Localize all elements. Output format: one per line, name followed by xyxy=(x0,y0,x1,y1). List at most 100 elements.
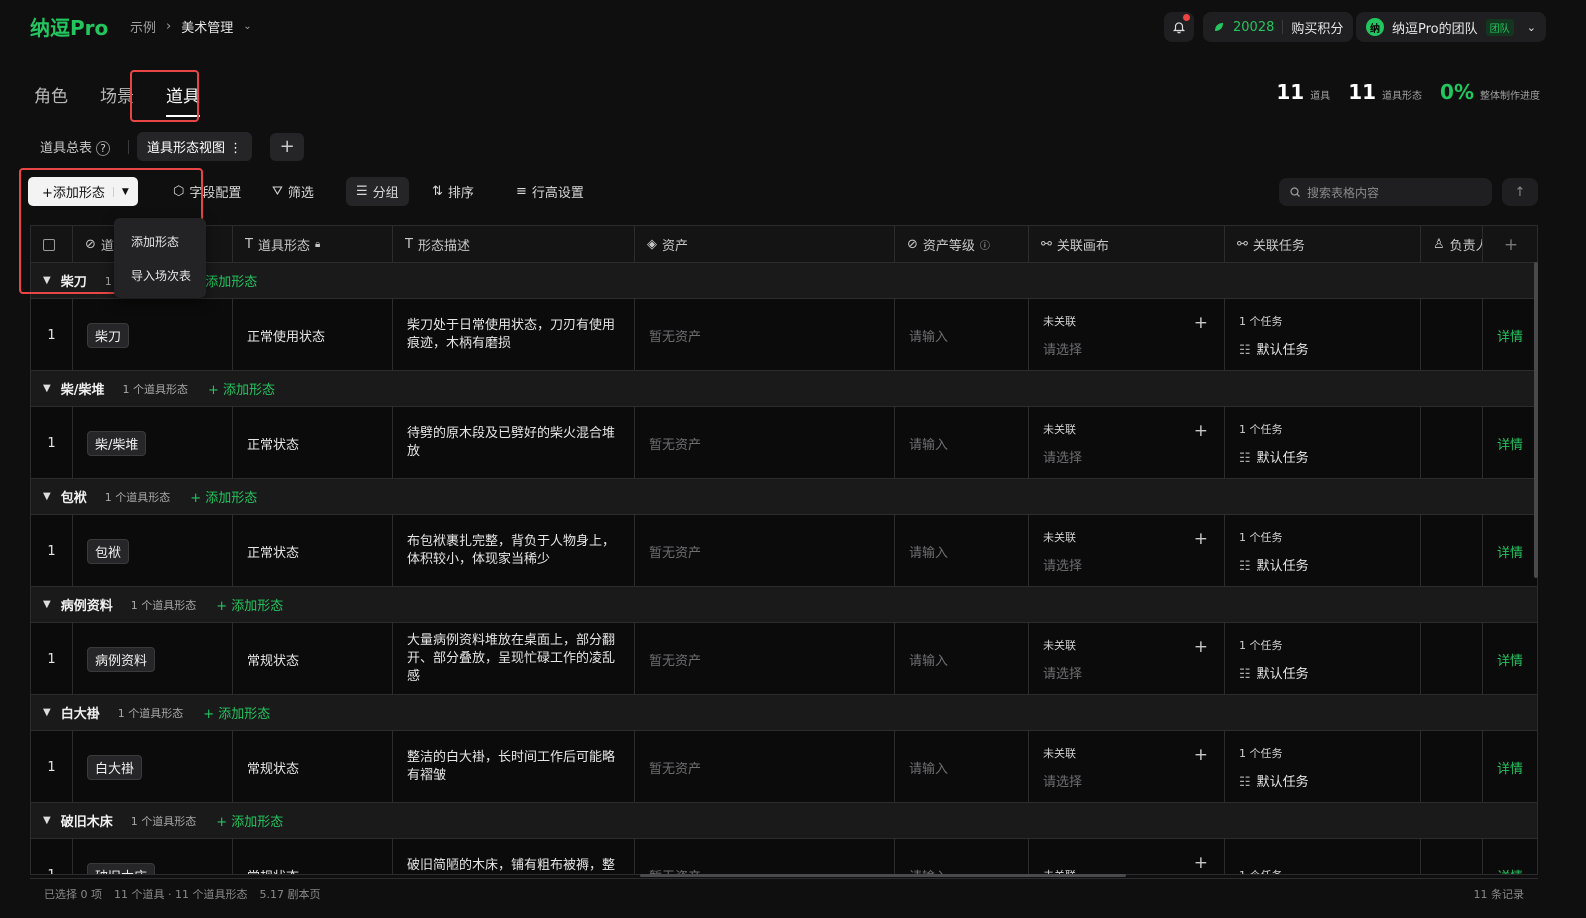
app-logo[interactable]: 纳逗Pro xyxy=(30,12,108,41)
form-description[interactable]: 布包袱裹扎完整，背负于人物身上，体积较小，体现家当稀少 xyxy=(407,533,620,569)
menu-item-import-scenes[interactable]: 导入场次表 xyxy=(114,258,206,292)
detail-link[interactable]: 详情 xyxy=(1497,650,1523,669)
table-row[interactable]: 1 病例资料 常规状态 大量病例资料堆放在桌面上，部分翻开、部分叠放，呈现忙碌工作的凌… xyxy=(31,623,1537,695)
table-row[interactable]: 1 白大褂 常规状态 整洁的白大褂，长时间工作后可能略有褶皱 暂无资产 请输入 未关联 请选择… xyxy=(31,731,1537,803)
asset-empty[interactable]: 暂无资产 xyxy=(649,326,701,345)
chevron-down-icon[interactable]: ▼ xyxy=(43,491,51,502)
col-asset[interactable]: ◈ 资产 xyxy=(635,226,895,263)
prop-tag[interactable]: 病例资料 xyxy=(87,646,156,672)
form-description[interactable]: 待劈的原木段及已劈好的柴火混合堆放 xyxy=(407,425,620,461)
asset-level-input[interactable]: 请输入 xyxy=(909,326,948,345)
canvas-select[interactable]: 请选择 xyxy=(1043,771,1082,790)
form-name[interactable]: 正常状态 xyxy=(247,434,299,453)
asset-empty[interactable]: 暂无资产 xyxy=(649,650,701,669)
col-asset-level[interactable]: ⊘ 资产等级 ⓘ xyxy=(895,226,1029,263)
points-widget[interactable]: 20028 购买积分 xyxy=(1203,12,1354,42)
plus-icon[interactable]: + xyxy=(1194,637,1208,657)
notification-button[interactable] xyxy=(1164,12,1194,42)
tab-character[interactable]: 角色 xyxy=(28,80,74,109)
team-switcher[interactable]: 纳 纳逗Pro的团队 团队 ⌄ xyxy=(1356,12,1546,42)
canvas-select[interactable]: 请选择 xyxy=(1043,447,1082,466)
breadcrumb-root[interactable]: 示例 xyxy=(130,17,156,36)
checkbox[interactable] xyxy=(43,238,55,251)
asset-level-input[interactable]: 请输入 xyxy=(909,542,948,561)
plus-icon[interactable]: + xyxy=(1194,421,1208,441)
tab-props[interactable]: 道具 xyxy=(160,80,206,117)
detail-link[interactable]: 详情 xyxy=(1497,866,1523,875)
task-item[interactable]: ☷ 默认任务 xyxy=(1239,447,1309,466)
prop-tag[interactable]: 柴/柴堆 xyxy=(87,430,147,456)
col-task[interactable]: ⚯ 关联任务 xyxy=(1225,226,1421,263)
plus-icon[interactable]: + xyxy=(1194,313,1208,333)
group-header[interactable]: ▼柴刀1 个道具形态+ 添加形态 xyxy=(31,263,1537,299)
plus-icon[interactable]: + xyxy=(1194,745,1208,765)
form-name[interactable]: 正常状态 xyxy=(247,542,299,561)
select-all[interactable] xyxy=(31,226,73,263)
tab-scene[interactable]: 场景 xyxy=(94,80,140,109)
group-header[interactable]: ▼ 破旧木床 1 个道具形态 + 添加形态 xyxy=(31,803,1537,839)
scroll-top-button[interactable]: ↑ xyxy=(1502,178,1538,206)
form-name[interactable]: 正常使用状态 xyxy=(247,326,325,345)
form-description[interactable]: 破旧简陋的木床，铺有粗布被褥，整体 xyxy=(407,857,620,874)
group-header[interactable]: ▼ 白大褂 1 个道具形态 + 添加形态 xyxy=(31,695,1537,731)
task-item[interactable]: ☷ 默认任务 xyxy=(1239,771,1309,790)
view-summary[interactable]: 道具总表 ? xyxy=(30,132,120,161)
add-form-link[interactable]: + 添加形态 xyxy=(190,487,257,506)
group-button[interactable]: ☰ 分组 xyxy=(346,177,409,206)
form-name[interactable]: 常规状态 xyxy=(247,650,299,669)
vertical-scrollbar[interactable] xyxy=(1534,262,1538,578)
chevron-down-icon[interactable]: ⌄ xyxy=(243,21,251,32)
search-input[interactable]: 搜索表格内容 xyxy=(1307,184,1379,201)
group-header[interactable]: ▼ 病例资料 1 个道具形态 + 添加形态 xyxy=(31,587,1537,623)
form-name[interactable]: 常规状态 xyxy=(247,758,299,777)
chevron-down-icon[interactable]: ▼ xyxy=(43,275,51,286)
form-description[interactable]: 大量病例资料堆放在桌面上，部分翻开、部分叠放，呈现忙碌工作的凌乱感 xyxy=(407,632,620,686)
more-icon[interactable]: ⋮ xyxy=(229,141,242,156)
canvas-select[interactable]: 请选择 xyxy=(1043,663,1082,682)
form-description[interactable]: 整洁的白大褂，长时间工作后可能略有褶皱 xyxy=(407,749,620,785)
breadcrumb-current[interactable]: 美术管理 xyxy=(181,17,233,36)
add-form-link[interactable]: + 添加形态 xyxy=(216,811,283,830)
plus-icon[interactable]: + xyxy=(1194,529,1208,549)
horizontal-scrollbar[interactable] xyxy=(640,874,1126,877)
form-name[interactable]: 常规状态 xyxy=(247,866,299,875)
row-height-button[interactable]: ≡ 行高设置 xyxy=(506,177,594,206)
add-form-link[interactable]: + 添加形态 xyxy=(216,595,283,614)
detail-link[interactable]: 详情 xyxy=(1497,326,1523,345)
canvas-select[interactable]: 请选择 xyxy=(1043,339,1082,358)
asset-level-input[interactable]: 请输入 xyxy=(909,650,948,669)
table-row[interactable]: 1 包袱 正常状态 布包袱裹扎完整，背负于人物身上，体积较小，体现家当稀少 暂无资产 请输… xyxy=(31,515,1537,587)
col-desc[interactable]: T 形态描述 xyxy=(393,226,635,263)
add-view-button[interactable]: + xyxy=(270,132,305,161)
view-form[interactable]: 道具形态视图 ⋮ xyxy=(137,132,253,161)
plus-icon[interactable]: + xyxy=(1194,853,1208,873)
task-item[interactable]: ☷ 默认任务 xyxy=(1239,663,1309,682)
asset-empty[interactable]: 暂无资产 xyxy=(649,758,701,777)
form-description[interactable]: 柴刀处于日常使用状态，刀刃有使用痕迹，木柄有磨损 xyxy=(407,317,620,353)
table-row[interactable]: 1 柴/柴堆 正常状态 待劈的原木段及已劈好的柴火混合堆放 暂无资产 请输入 未关联 请选择 +… xyxy=(31,407,1537,479)
group-header[interactable]: ▼ 柴/柴堆 1 个道具形态 + 添加形态 xyxy=(31,371,1537,407)
chevron-down-icon[interactable]: ▼ xyxy=(43,815,51,826)
asset-empty[interactable]: 暂无资产 xyxy=(649,434,701,453)
canvas-select[interactable]: 请选择 xyxy=(1043,555,1082,574)
col-form[interactable]: T 道具形态 🔒︎ xyxy=(233,226,393,263)
table-row[interactable]: 1 破旧木床 常规状态 破旧简陋的木床，铺有粗布被褥，整体暂无资产请输入未关联+ 1 个… xyxy=(31,839,1537,875)
caret-down-icon[interactable]: ▼ xyxy=(112,186,137,197)
asset-empty[interactable]: 暂无资产 xyxy=(649,542,701,561)
task-item[interactable]: ☷ 默认任务 xyxy=(1239,555,1309,574)
chevron-down-icon[interactable]: ▼ xyxy=(43,707,51,718)
filter-button[interactable]: ⛛ 筛选 xyxy=(262,177,324,206)
add-form-button[interactable]: +添加形态 ▼ xyxy=(28,177,138,206)
col-owner[interactable]: ♙负责人 xyxy=(1421,226,1483,263)
asset-level-input[interactable]: 请输入 xyxy=(909,758,948,777)
chevron-down-icon[interactable]: ▼ xyxy=(43,383,51,394)
detail-link[interactable]: 详情 xyxy=(1497,434,1523,453)
prop-tag[interactable]: 柴刀 xyxy=(87,322,130,348)
add-column-button[interactable]: + xyxy=(1483,226,1537,263)
add-form-link[interactable]: + 添加形态 xyxy=(208,379,275,398)
prop-tag[interactable]: 白大褂 xyxy=(87,754,143,780)
detail-link[interactable]: 详情 xyxy=(1497,758,1523,777)
sort-button[interactable]: ⇅ 排序 xyxy=(422,177,484,206)
field-config-button[interactable]: ⬡ 字段配置 xyxy=(163,177,251,206)
table-row[interactable]: 1 柴刀 正常使用状态 柴刀处于日常使用状态，刀刃有使用痕迹，木柄有磨损 暂无资产 请输入… xyxy=(31,299,1537,371)
